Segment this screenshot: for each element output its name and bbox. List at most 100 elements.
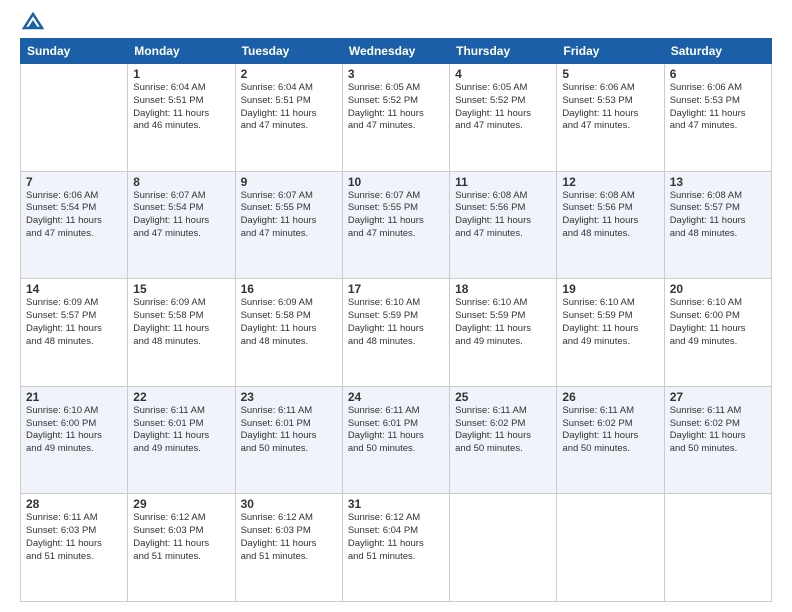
day-number: 17 (348, 282, 444, 296)
day-number: 6 (670, 67, 766, 81)
week-row-5: 28Sunrise: 6:11 AM Sunset: 6:03 PM Dayli… (21, 494, 772, 602)
day-info: Sunrise: 6:12 AM Sunset: 6:03 PM Dayligh… (241, 512, 337, 563)
day-info: Sunrise: 6:07 AM Sunset: 5:55 PM Dayligh… (348, 190, 444, 241)
calendar-table: SundayMondayTuesdayWednesdayThursdayFrid… (20, 38, 772, 602)
day-info: Sunrise: 6:09 AM Sunset: 5:57 PM Dayligh… (26, 297, 122, 348)
day-info: Sunrise: 6:08 AM Sunset: 5:57 PM Dayligh… (670, 190, 766, 241)
day-cell: 6Sunrise: 6:06 AM Sunset: 5:53 PM Daylig… (664, 64, 771, 172)
day-number: 26 (562, 390, 658, 404)
day-info: Sunrise: 6:08 AM Sunset: 5:56 PM Dayligh… (455, 190, 551, 241)
day-cell: 4Sunrise: 6:05 AM Sunset: 5:52 PM Daylig… (450, 64, 557, 172)
day-info: Sunrise: 6:11 AM Sunset: 6:02 PM Dayligh… (670, 405, 766, 456)
day-cell: 12Sunrise: 6:08 AM Sunset: 5:56 PM Dayli… (557, 171, 664, 279)
day-cell: 26Sunrise: 6:11 AM Sunset: 6:02 PM Dayli… (557, 386, 664, 494)
day-info: Sunrise: 6:11 AM Sunset: 6:01 PM Dayligh… (241, 405, 337, 456)
day-cell: 11Sunrise: 6:08 AM Sunset: 5:56 PM Dayli… (450, 171, 557, 279)
day-cell: 20Sunrise: 6:10 AM Sunset: 6:00 PM Dayli… (664, 279, 771, 387)
day-info: Sunrise: 6:06 AM Sunset: 5:53 PM Dayligh… (670, 82, 766, 133)
day-info: Sunrise: 6:11 AM Sunset: 6:02 PM Dayligh… (562, 405, 658, 456)
day-cell: 29Sunrise: 6:12 AM Sunset: 6:03 PM Dayli… (128, 494, 235, 602)
day-cell (450, 494, 557, 602)
day-cell: 1Sunrise: 6:04 AM Sunset: 5:51 PM Daylig… (128, 64, 235, 172)
day-number: 12 (562, 175, 658, 189)
day-info: Sunrise: 6:11 AM Sunset: 6:01 PM Dayligh… (348, 405, 444, 456)
day-number: 28 (26, 497, 122, 511)
day-cell: 31Sunrise: 6:12 AM Sunset: 6:04 PM Dayli… (342, 494, 449, 602)
weekday-header-thursday: Thursday (450, 39, 557, 64)
day-number: 27 (670, 390, 766, 404)
day-cell (664, 494, 771, 602)
logo (20, 16, 44, 30)
page: SundayMondayTuesdayWednesdayThursdayFrid… (0, 0, 792, 612)
weekday-header-wednesday: Wednesday (342, 39, 449, 64)
day-number: 1 (133, 67, 229, 81)
day-info: Sunrise: 6:07 AM Sunset: 5:54 PM Dayligh… (133, 190, 229, 241)
day-cell: 18Sunrise: 6:10 AM Sunset: 5:59 PM Dayli… (450, 279, 557, 387)
day-number: 20 (670, 282, 766, 296)
day-number: 25 (455, 390, 551, 404)
day-info: Sunrise: 6:11 AM Sunset: 6:01 PM Dayligh… (133, 405, 229, 456)
day-cell: 19Sunrise: 6:10 AM Sunset: 5:59 PM Dayli… (557, 279, 664, 387)
day-cell: 23Sunrise: 6:11 AM Sunset: 6:01 PM Dayli… (235, 386, 342, 494)
day-number: 8 (133, 175, 229, 189)
day-info: Sunrise: 6:10 AM Sunset: 5:59 PM Dayligh… (562, 297, 658, 348)
day-cell: 28Sunrise: 6:11 AM Sunset: 6:03 PM Dayli… (21, 494, 128, 602)
day-number: 4 (455, 67, 551, 81)
day-info: Sunrise: 6:05 AM Sunset: 5:52 PM Dayligh… (455, 82, 551, 133)
day-number: 29 (133, 497, 229, 511)
weekday-header-monday: Monday (128, 39, 235, 64)
day-info: Sunrise: 6:10 AM Sunset: 6:00 PM Dayligh… (26, 405, 122, 456)
day-cell: 24Sunrise: 6:11 AM Sunset: 6:01 PM Dayli… (342, 386, 449, 494)
day-cell: 21Sunrise: 6:10 AM Sunset: 6:00 PM Dayli… (21, 386, 128, 494)
day-info: Sunrise: 6:06 AM Sunset: 5:53 PM Dayligh… (562, 82, 658, 133)
day-number: 24 (348, 390, 444, 404)
day-number: 5 (562, 67, 658, 81)
weekday-header-tuesday: Tuesday (235, 39, 342, 64)
day-number: 7 (26, 175, 122, 189)
day-cell: 13Sunrise: 6:08 AM Sunset: 5:57 PM Dayli… (664, 171, 771, 279)
day-number: 22 (133, 390, 229, 404)
day-number: 23 (241, 390, 337, 404)
day-number: 11 (455, 175, 551, 189)
day-cell: 10Sunrise: 6:07 AM Sunset: 5:55 PM Dayli… (342, 171, 449, 279)
week-row-2: 7Sunrise: 6:06 AM Sunset: 5:54 PM Daylig… (21, 171, 772, 279)
calendar-body: 1 Sunrise: 6:04 AM Sunset: 5:51 PM Daylig… (21, 64, 772, 602)
day-number: 19 (562, 282, 658, 296)
day-cell: 25Sunrise: 6:11 AM Sunset: 6:02 PM Dayli… (450, 386, 557, 494)
day-cell: 16Sunrise: 6:09 AM Sunset: 5:58 PM Dayli… (235, 279, 342, 387)
day-cell: 8Sunrise: 6:07 AM Sunset: 5:54 PM Daylig… (128, 171, 235, 279)
day-info: Sunrise: 6:12 AM Sunset: 6:04 PM Dayligh… (348, 512, 444, 563)
day-cell: 3Sunrise: 6:05 AM Sunset: 5:52 PM Daylig… (342, 64, 449, 172)
weekday-header-friday: Friday (557, 39, 664, 64)
day-info: Sunrise: 6:05 AM Sunset: 5:52 PM Dayligh… (348, 82, 444, 133)
week-row-3: 14Sunrise: 6:09 AM Sunset: 5:57 PM Dayli… (21, 279, 772, 387)
day-number: 9 (241, 175, 337, 189)
day-info: Sunrise: 6:04 AM Sunset: 5:51 PM Dayligh… (241, 82, 337, 133)
day-info: Sunrise: 6:09 AM Sunset: 5:58 PM Dayligh… (241, 297, 337, 348)
day-info: Sunrise: 6:11 AM Sunset: 6:03 PM Dayligh… (26, 512, 122, 563)
week-row-1: 1 Sunrise: 6:04 AM Sunset: 5:51 PM Daylig… (21, 64, 772, 172)
day-number: 21 (26, 390, 122, 404)
day-number: 18 (455, 282, 551, 296)
day-cell (21, 64, 128, 172)
day-number: 3 (348, 67, 444, 81)
logo-icon (22, 12, 44, 30)
day-cell: 7Sunrise: 6:06 AM Sunset: 5:54 PM Daylig… (21, 171, 128, 279)
day-number: 31 (348, 497, 444, 511)
weekday-header-saturday: Saturday (664, 39, 771, 64)
day-number: 2 (241, 67, 337, 81)
day-info: Sunrise: 6:07 AM Sunset: 5:55 PM Dayligh… (241, 190, 337, 241)
day-cell: 5Sunrise: 6:06 AM Sunset: 5:53 PM Daylig… (557, 64, 664, 172)
day-cell: 2Sunrise: 6:04 AM Sunset: 5:51 PM Daylig… (235, 64, 342, 172)
day-cell (557, 494, 664, 602)
day-cell: 17Sunrise: 6:10 AM Sunset: 5:59 PM Dayli… (342, 279, 449, 387)
weekday-header-row: SundayMondayTuesdayWednesdayThursdayFrid… (21, 39, 772, 64)
weekday-header-sunday: Sunday (21, 39, 128, 64)
day-number: 15 (133, 282, 229, 296)
day-number: 16 (241, 282, 337, 296)
day-number: 10 (348, 175, 444, 189)
day-cell: 14Sunrise: 6:09 AM Sunset: 5:57 PM Dayli… (21, 279, 128, 387)
day-cell: 27Sunrise: 6:11 AM Sunset: 6:02 PM Dayli… (664, 386, 771, 494)
day-number: 14 (26, 282, 122, 296)
header (20, 16, 772, 30)
